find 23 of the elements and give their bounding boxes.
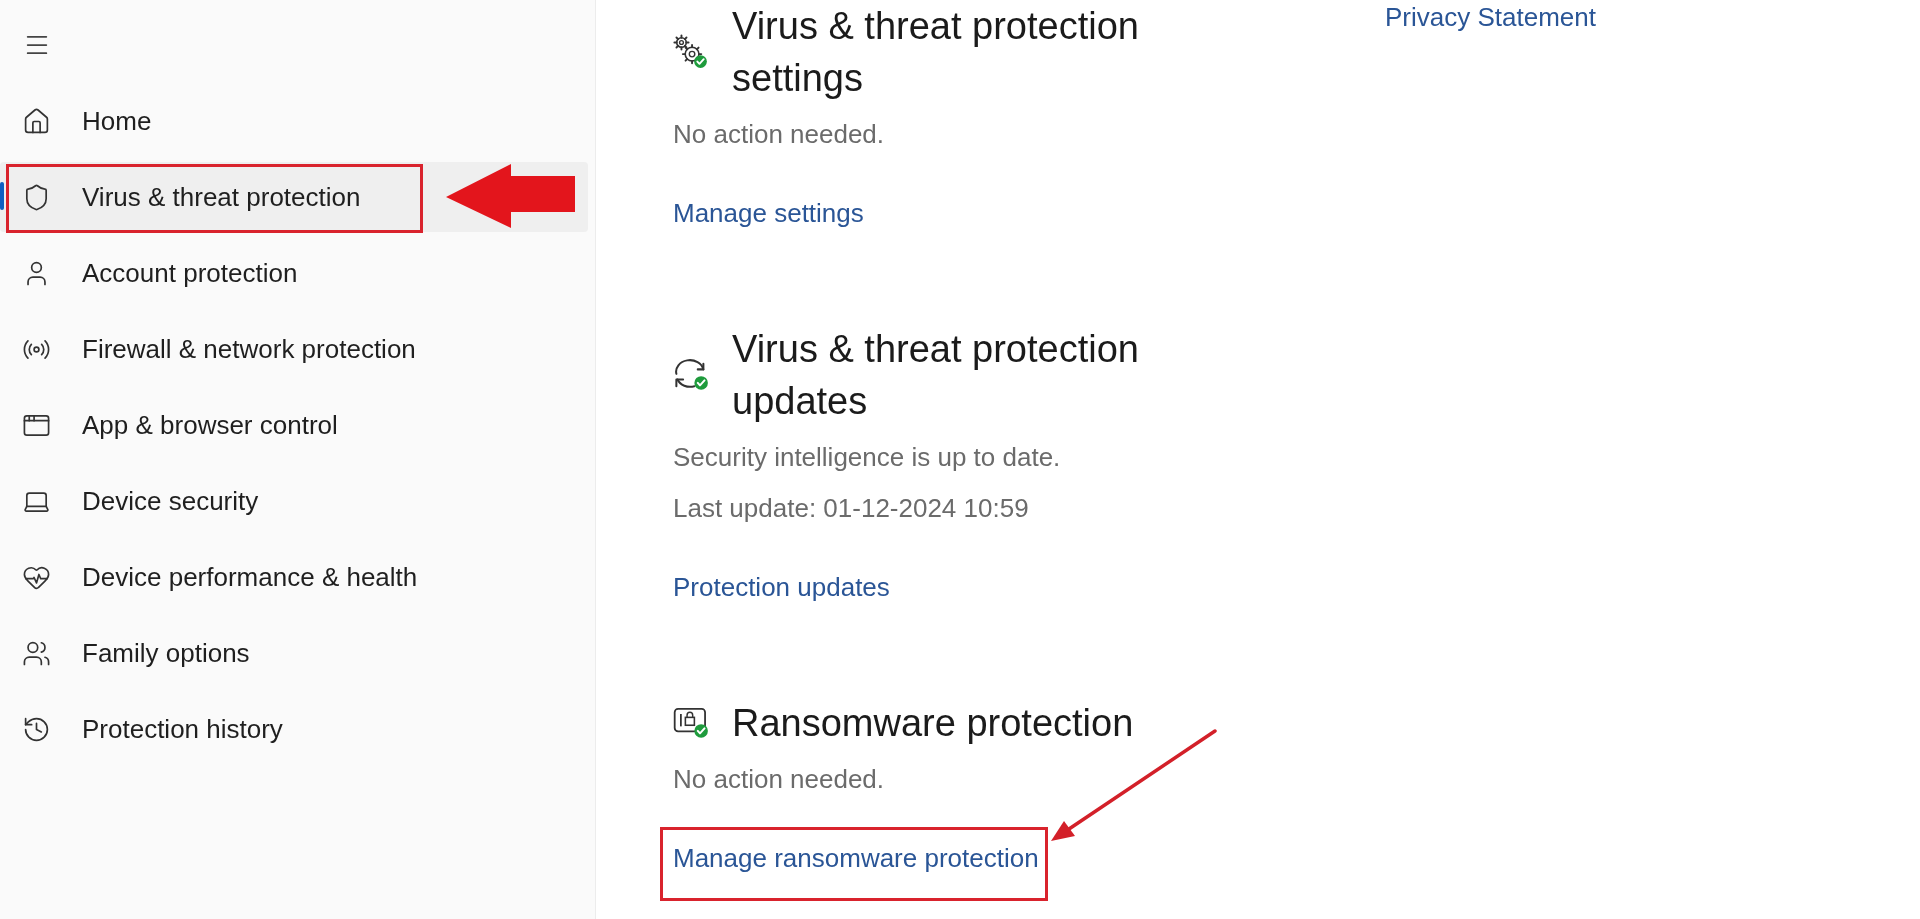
privacy-link[interactable]: Privacy Statement (1385, 0, 1596, 34)
nav-item[interactable]: App & browser control (0, 390, 588, 460)
section-heading: Virus & threat protection settings (732, 4, 1140, 101)
section-link[interactable]: Manage settings (673, 196, 864, 230)
section-heading: Ransomware protection (732, 701, 1135, 746)
nav-item[interactable]: Family options (0, 618, 588, 688)
home-icon (22, 106, 51, 136)
section-link[interactable]: Protection updates (673, 570, 890, 604)
nav-item[interactable]: Home (0, 86, 588, 156)
status-text: Last update: 01-12-2024 10:59 (673, 492, 1030, 525)
nav-item[interactable]: Protection history (0, 694, 588, 764)
status-text: Security intelligence is up to date. (673, 441, 1061, 474)
window-lock-check-icon (673, 707, 709, 739)
nav-item[interactable]: Device performance & health (0, 542, 588, 612)
gears-check-icon (673, 34, 709, 70)
nav-item[interactable]: Firewall & network protection (0, 314, 588, 384)
section-link[interactable]: Manage ransomware protection (673, 841, 1039, 875)
nav-item[interactable]: Device security (0, 466, 588, 536)
status-text: No action needed. (673, 763, 885, 796)
refresh-check-icon (673, 359, 709, 391)
nav-item[interactable]: Account protection (0, 238, 588, 308)
section-heading: Virus & threat protection updates (732, 327, 1140, 424)
status-text: No action needed. (673, 118, 885, 151)
